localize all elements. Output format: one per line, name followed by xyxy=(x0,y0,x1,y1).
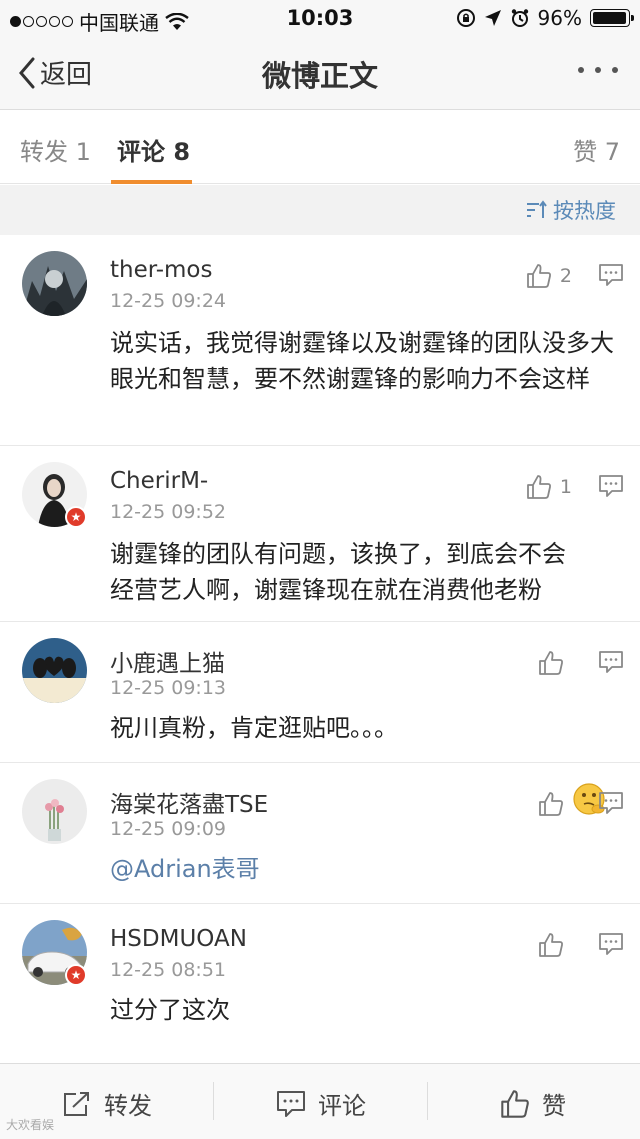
comment-text: 过分了这次 xyxy=(110,996,230,1024)
page-title: 微博正文 xyxy=(261,59,378,93)
comment-item: ★ CherirM- 12-25 09:52 1 谢霆锋的团队有问题，该换了，到… xyxy=(0,446,640,815)
alarm-icon xyxy=(511,9,528,27)
comment-reply-button[interactable] xyxy=(598,263,624,291)
location-icon xyxy=(484,10,501,26)
sort-label: 按热度 xyxy=(553,199,616,223)
share-icon xyxy=(64,1091,89,1116)
sort-icon xyxy=(527,200,547,218)
more-dot-icon xyxy=(612,67,618,73)
comment-like-button[interactable]: 1 xyxy=(526,474,572,500)
thumbs-up-icon xyxy=(527,264,551,288)
like-label: 赞 xyxy=(542,1092,566,1120)
toolbar-divider xyxy=(427,1082,428,1120)
comment-text: 说实话，我觉得谢霆锋以及谢霆锋的团队没多大眼光和智慧，要不然谢霆锋的影响力不会这… xyxy=(110,329,614,393)
comment-username[interactable]: ther-mos xyxy=(110,257,213,283)
comment-item: 小鹿遇上猫 12-25 09:13 祝川真粉，肯定逛贴吧。。。 xyxy=(0,622,640,763)
comment-icon xyxy=(599,264,623,286)
comment-time: 12-25 09:24 xyxy=(110,290,227,312)
like-count: 2 xyxy=(559,265,572,287)
comment-icon xyxy=(599,651,623,673)
comment-text: 谢霆锋的团队有问题，该换了，到底会不会经营艺人啊，谢霆锋现在就在消费他老粉 xyxy=(110,540,566,604)
avatar[interactable] xyxy=(22,251,87,316)
like-count: 1 xyxy=(559,476,572,498)
comment-reply-button[interactable] xyxy=(598,932,624,960)
bottom-toolbar: 转发 评论 赞 xyxy=(0,1063,640,1139)
thumbs-up-icon xyxy=(539,933,563,957)
more-dot-icon xyxy=(578,67,584,73)
battery-icon xyxy=(590,9,634,27)
comment-like-button[interactable] xyxy=(538,932,572,958)
tab-comment[interactable]: 评论 8 xyxy=(117,132,190,167)
comment-icon xyxy=(599,792,623,814)
comment-button[interactable]: 评论 xyxy=(276,1086,366,1121)
comment-like-button[interactable]: 2 xyxy=(526,263,572,289)
like-button[interactable]: 赞 xyxy=(500,1086,566,1121)
comment-username[interactable]: HSDMUOAN xyxy=(110,926,247,952)
avatar[interactable] xyxy=(22,638,87,703)
thumbs-up-icon xyxy=(527,475,551,499)
comment-icon xyxy=(599,475,623,497)
comment-label: 评论 xyxy=(318,1092,366,1120)
comment-time: 12-25 09:09 xyxy=(110,818,227,840)
repost-label: 转发 xyxy=(104,1092,152,1120)
sort-by-hot-button[interactable]: 按热度 xyxy=(525,195,616,225)
repost-button[interactable]: 转发 xyxy=(62,1086,152,1121)
battery-percent: 96% xyxy=(537,6,582,30)
comment-icon xyxy=(277,1090,305,1117)
verified-badge-icon: ★ xyxy=(65,506,87,528)
tab-bar: 转发 1 评论 8 赞 7 xyxy=(0,110,640,184)
comment-icon xyxy=(599,933,623,955)
tab-repost[interactable]: 转发 1 xyxy=(20,132,91,167)
comment-item: ★ HSDMUOAN 12-25 08:51 过分了这次 xyxy=(0,904,640,1064)
comment-username[interactable]: 海棠花落盡TSE xyxy=(110,785,268,819)
avatar[interactable] xyxy=(22,779,87,844)
active-tab-indicator xyxy=(111,180,192,184)
comment-item: ther-mos 12-25 09:24 2 说实话，我觉得谢霆锋以及谢霆锋的团… xyxy=(0,235,640,446)
toolbar-divider xyxy=(213,1082,214,1120)
comment-item: 海棠花落盡TSE 12-25 09:09 @Adrian表哥 xyxy=(0,763,640,904)
comment-username[interactable]: CherirM- xyxy=(110,468,208,494)
comment-like-button[interactable] xyxy=(538,791,572,817)
comment-list: ther-mos 12-25 09:24 2 说实话，我觉得谢霆锋以及谢霆锋的团… xyxy=(0,235,640,1064)
thumbs-up-icon xyxy=(539,651,563,675)
sort-bar: 按热度 xyxy=(0,185,640,235)
comment-time: 12-25 09:52 xyxy=(110,501,227,523)
more-dot-icon xyxy=(595,67,601,73)
watermark: 大欢看娱 xyxy=(6,1118,55,1132)
comment-time: 12-25 09:13 xyxy=(110,677,227,699)
comment-like-button[interactable] xyxy=(538,650,572,676)
comment-username[interactable]: 小鹿遇上猫 xyxy=(110,644,225,678)
comment-reply-button[interactable] xyxy=(598,650,624,678)
comment-reply-button[interactable] xyxy=(598,474,624,502)
comment-mention-link[interactable]: @Adrian表哥 xyxy=(110,851,615,887)
comment-text: 祝川真粉，肯定逛贴吧。。。 xyxy=(110,714,398,742)
thumbs-up-icon xyxy=(501,1089,529,1118)
verified-badge-icon: ★ xyxy=(65,964,87,986)
comment-reply-button[interactable] xyxy=(598,791,624,819)
more-button[interactable] xyxy=(578,58,618,82)
thumbs-up-icon xyxy=(539,792,563,816)
comment-time: 12-25 08:51 xyxy=(110,959,227,981)
nav-bar: 返回 微博正文 xyxy=(0,36,640,110)
tab-like[interactable]: 赞 7 xyxy=(573,132,620,167)
status-bar: 中国联通 10:03 96% xyxy=(0,0,640,36)
rotation-lock-icon xyxy=(456,9,475,27)
